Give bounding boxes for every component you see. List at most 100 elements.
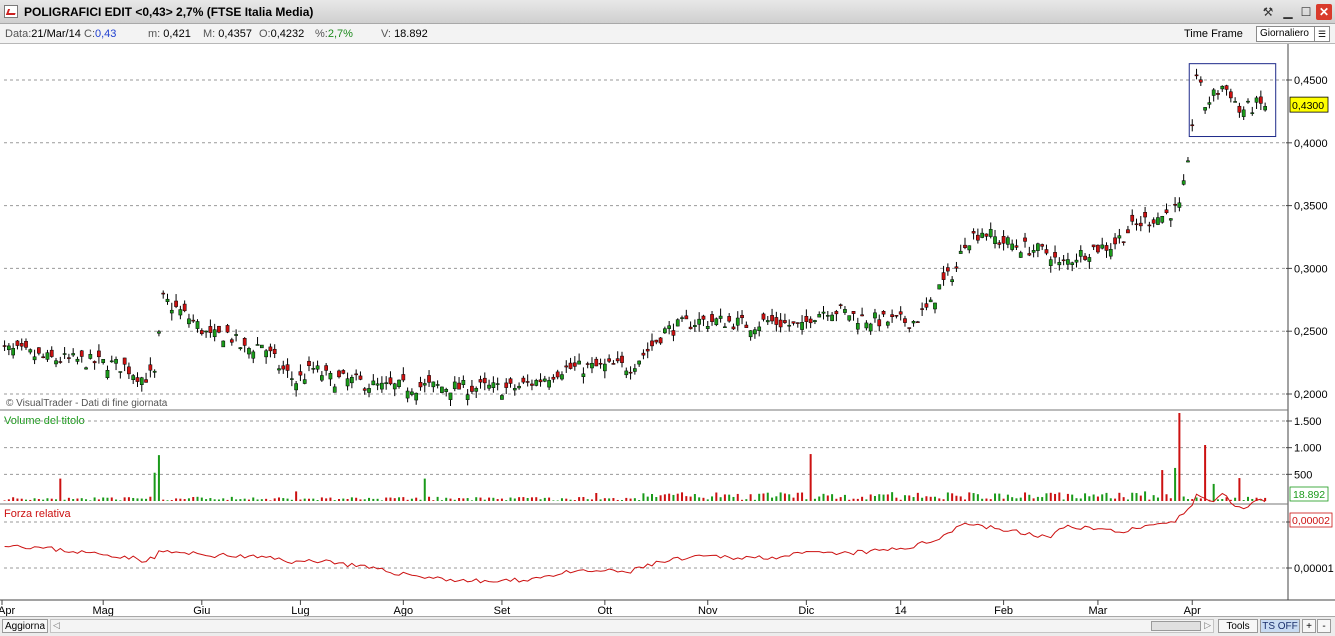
candle-body xyxy=(997,242,1002,245)
min-readout: m: 0,421 xyxy=(148,28,191,40)
volume-bar xyxy=(338,499,341,501)
candle-body xyxy=(697,318,702,325)
candle-body xyxy=(1031,250,1036,253)
scroll-left-icon[interactable]: ◁ xyxy=(53,620,60,631)
volume-bar xyxy=(590,499,593,501)
close-button[interactable]: ✕ xyxy=(1316,4,1332,20)
candle-body xyxy=(431,381,436,388)
candle-body xyxy=(392,383,397,390)
candle-body xyxy=(937,284,942,290)
volume-bar xyxy=(715,492,718,501)
candle-body xyxy=(1160,216,1165,223)
tools-button[interactable]: Tools xyxy=(1218,619,1258,633)
candle-body xyxy=(933,302,937,310)
volume-bar xyxy=(12,497,15,501)
zoom-in-button[interactable]: + xyxy=(1302,619,1316,633)
candle-body xyxy=(229,339,234,343)
refresh-button[interactable]: Aggiorna xyxy=(2,619,48,633)
candle-body xyxy=(941,272,946,280)
timeframe-select[interactable]: Giornaliero ☰ xyxy=(1256,26,1330,42)
stock-chart: 0,4500 0,4000 0,3500 0,3000 0,2500 0,2000 © Vi… xyxy=(0,44,1335,616)
volume-bar xyxy=(3,500,6,501)
timeframe-value: Giornaliero xyxy=(1260,28,1309,39)
candle-body xyxy=(1147,224,1152,227)
candle-body xyxy=(517,385,521,389)
volume-bar xyxy=(93,497,96,501)
volume-bar xyxy=(616,499,619,501)
candle-body xyxy=(452,381,457,390)
candle-body xyxy=(1100,244,1105,249)
pct-readout: %:2,7% xyxy=(315,28,353,40)
dropdown-icon[interactable]: ☰ xyxy=(1314,27,1329,41)
volume-bar xyxy=(1096,496,1099,501)
candle-body xyxy=(1087,257,1092,262)
candle-body xyxy=(633,368,637,372)
candle-body xyxy=(847,315,852,321)
candle-body xyxy=(564,365,569,368)
volume-bar xyxy=(277,497,280,501)
volume-bar xyxy=(175,498,178,501)
volume-bar xyxy=(848,499,851,501)
candle-body xyxy=(131,375,136,380)
volume-bar xyxy=(42,499,45,501)
candle-body xyxy=(1254,97,1259,103)
horizontal-scrollbar[interactable]: ◁ ▷ xyxy=(50,619,1214,633)
candle-body xyxy=(808,318,813,324)
volume-bar xyxy=(1088,496,1091,501)
volume-bar xyxy=(620,500,623,501)
candle-body xyxy=(753,329,757,335)
scroll-thumb[interactable] xyxy=(1151,621,1201,631)
candle-body xyxy=(1036,243,1040,251)
candle-body xyxy=(967,245,972,251)
volume-bar xyxy=(50,498,53,501)
candle-body xyxy=(693,325,697,327)
candle-body xyxy=(534,380,539,386)
volume-bar xyxy=(428,496,431,501)
minimize-button[interactable]: ▁ xyxy=(1280,4,1296,20)
volume-bar xyxy=(33,498,36,501)
volume-bar xyxy=(110,497,113,501)
candle-body xyxy=(868,323,873,332)
volume-bar xyxy=(196,496,199,501)
volume-bar xyxy=(346,498,349,501)
volume-bar xyxy=(149,496,152,501)
volume-bar xyxy=(1118,492,1121,501)
scroll-right-icon[interactable]: ▷ xyxy=(1204,620,1211,631)
candle-body xyxy=(1156,217,1160,225)
volume-bar xyxy=(1161,470,1164,501)
zoom-out-button[interactable]: - xyxy=(1317,619,1331,633)
volume-bar xyxy=(651,493,654,501)
month-label: Mag xyxy=(92,605,113,616)
candle-body xyxy=(1220,85,1225,90)
candle-body xyxy=(298,371,303,376)
ts-off-button[interactable]: TS OFF xyxy=(1260,619,1300,633)
volume-bar xyxy=(801,492,804,501)
tools-icon[interactable]: ⚒ xyxy=(1260,4,1276,20)
maximize-button[interactable]: ☐ xyxy=(1298,4,1314,20)
candle-body xyxy=(11,348,16,356)
candle-body xyxy=(714,318,719,325)
candle-body xyxy=(538,379,543,383)
volume-bar xyxy=(80,498,83,501)
volume-bar xyxy=(629,498,632,501)
candle-body xyxy=(1010,243,1015,250)
volume-bar xyxy=(222,498,225,501)
price-tick-label: 0,3000 xyxy=(1294,263,1328,275)
candle-body xyxy=(993,236,997,244)
candle-body xyxy=(542,378,547,382)
candle-body xyxy=(354,373,359,376)
candle-body xyxy=(217,325,221,333)
volume-bar xyxy=(685,496,688,501)
volume-bar xyxy=(132,497,135,501)
volume-bar xyxy=(569,499,572,501)
volume-bar xyxy=(106,497,109,501)
candle-body xyxy=(1198,79,1203,83)
candle-body xyxy=(204,330,208,333)
price-tick-label: 0,4000 xyxy=(1294,138,1328,150)
volume-bar xyxy=(964,499,967,501)
candle-body xyxy=(950,279,954,283)
volume-bar xyxy=(543,497,546,501)
volume-bar xyxy=(500,498,503,501)
volume-bar xyxy=(462,498,465,501)
volume-bar xyxy=(698,497,701,501)
